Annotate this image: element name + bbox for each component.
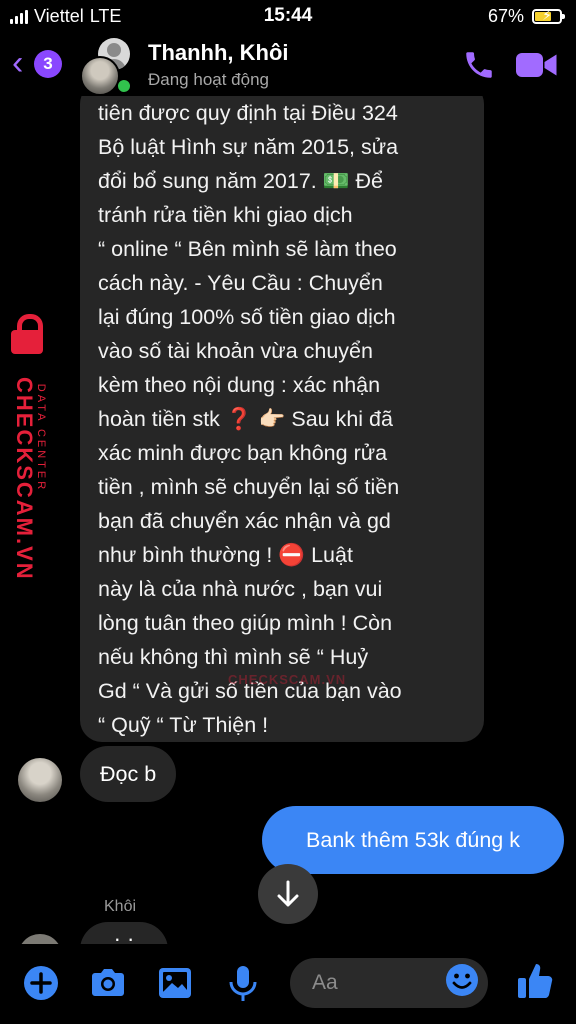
- plus-icon[interactable]: [22, 964, 60, 1002]
- group-avatar[interactable]: [76, 38, 136, 96]
- unread-badge: 3: [34, 50, 62, 78]
- contact-status: Đang hoạt động: [148, 70, 269, 89]
- scroll-to-bottom-button[interactable]: [258, 864, 318, 924]
- watermark-center: CHECKSCAM.VN: [228, 672, 347, 687]
- sender-avatar[interactable]: [18, 758, 62, 802]
- message-text: tiên được quy định tại Điều 324 Bộ luật …: [98, 101, 402, 737]
- message-list[interactable]: tiên được quy định tại Điều 324 Bộ luật …: [0, 96, 576, 944]
- sender-name: Khôi: [104, 898, 137, 915]
- avatar: [80, 56, 120, 96]
- phone-icon[interactable]: [462, 48, 496, 82]
- emoji-icon[interactable]: [444, 962, 480, 998]
- composer-bar: Aa: [0, 944, 576, 1024]
- camera-icon[interactable]: [88, 964, 128, 1002]
- message-bubble-incoming[interactable]: · ·: [80, 922, 168, 944]
- thumbs-up-icon[interactable]: [516, 960, 556, 1002]
- lock-icon: [9, 314, 45, 354]
- chat-header: ‹ 3 Thanhh, Khôi Đang hoạt động: [0, 34, 576, 96]
- message-bubble-incoming[interactable]: tiên được quy định tại Điều 324 Bộ luật …: [80, 96, 484, 742]
- watermark-brand: CHECKSCAM.VN: [12, 377, 37, 581]
- microphone-icon[interactable]: [226, 964, 260, 1004]
- contact-name[interactable]: Thanhh, Khôi: [148, 40, 289, 66]
- arrow-down-icon: [277, 880, 299, 907]
- message-bubble-incoming[interactable]: Đọc b: [80, 746, 177, 802]
- image-icon[interactable]: [156, 964, 194, 1002]
- status-bar: Viettel LTE 15:44 67% ⚡: [0, 0, 576, 34]
- back-button[interactable]: ‹: [12, 46, 23, 80]
- watermark-logo: DATA CENTER CHECKSCAM.VN: [4, 314, 64, 644]
- online-indicator: [116, 78, 132, 94]
- video-call-icon[interactable]: [516, 50, 558, 80]
- message-placeholder: Aa: [312, 971, 338, 994]
- sender-avatar[interactable]: [18, 934, 62, 944]
- battery-percent: 67%: [487, 6, 524, 26]
- battery-icon: ⚡: [532, 7, 565, 24]
